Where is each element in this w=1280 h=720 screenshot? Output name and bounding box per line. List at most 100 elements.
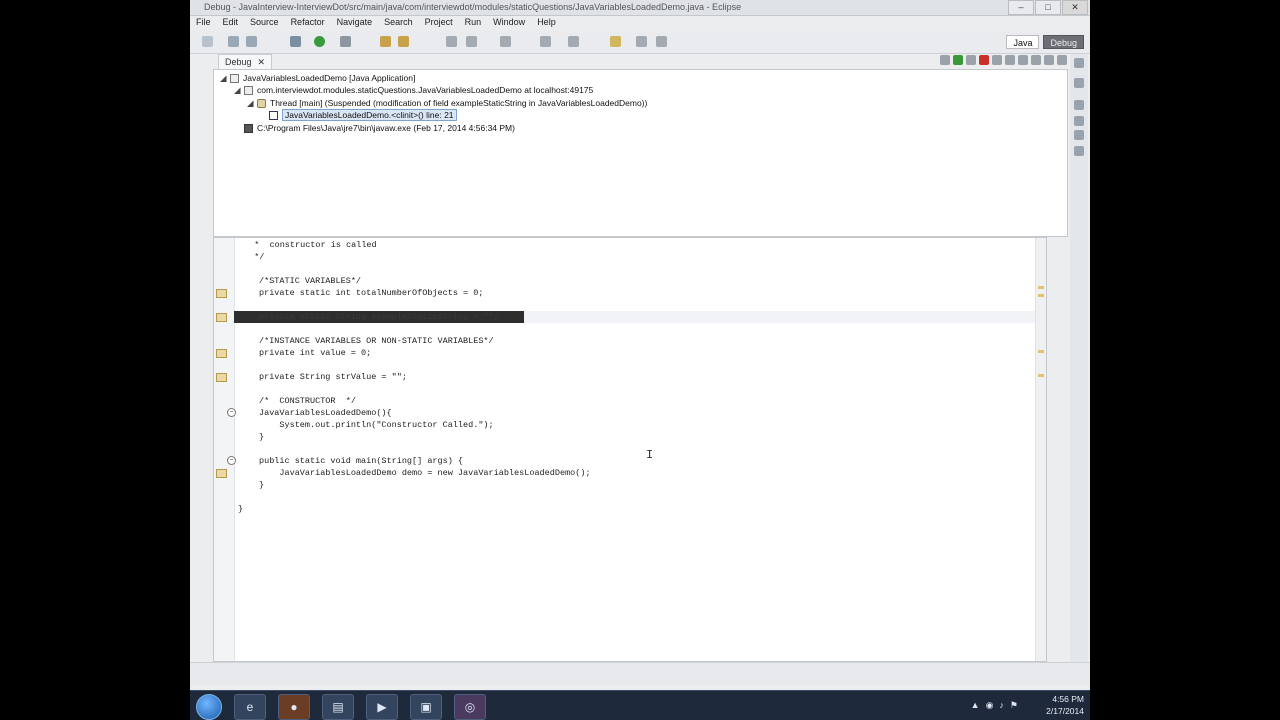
application-icon[interactable]: ▣ (410, 694, 442, 720)
code-line: } (259, 432, 265, 442)
menu-project[interactable]: Project (419, 16, 459, 29)
next-annotation-icon[interactable] (540, 36, 551, 47)
eclipse-window: Debug - JavaInterview-InterviewDot/src/m… (190, 0, 1090, 720)
warning-marker-icon[interactable] (216, 349, 227, 358)
tree-item-process[interactable]: C:\Program Files\Java\jre7\bin\javaw.exe… (244, 122, 515, 134)
window-controls: – □ ✕ (1008, 0, 1088, 15)
collapse-toggle-icon[interactable]: ◢ (220, 72, 230, 84)
text-cursor-icon: I (646, 448, 654, 462)
process-icon (244, 124, 253, 134)
menu-run[interactable]: Run (459, 16, 488, 29)
new-icon[interactable] (202, 36, 213, 47)
suspend-icon[interactable] (966, 55, 976, 65)
forward-icon[interactable] (656, 36, 667, 47)
console-view-icon[interactable] (1074, 146, 1084, 156)
tree-item-stack-frame[interactable]: JavaVariablesLoadedDemo.<clinit>() line:… (269, 109, 457, 121)
media-player-icon[interactable]: ▶ (366, 694, 398, 720)
menu-navigate[interactable]: Navigate (331, 16, 379, 29)
step-into-icon[interactable] (1005, 55, 1015, 65)
action-center-icon[interactable]: ⚑ (1010, 700, 1018, 711)
step-return-icon[interactable] (1031, 55, 1041, 65)
restore-icon[interactable] (1074, 58, 1084, 68)
fold-toggle-icon[interactable]: − (227, 408, 236, 417)
start-button[interactable] (196, 694, 222, 720)
step-over-icon[interactable] (1018, 55, 1028, 65)
overview-marker[interactable] (1038, 350, 1044, 353)
prev-annotation-icon[interactable] (568, 36, 579, 47)
fold-toggle-icon[interactable]: − (227, 456, 236, 465)
run-icon[interactable] (314, 36, 325, 47)
disconnect-icon[interactable] (992, 55, 1002, 65)
stack-frame-icon (269, 111, 278, 121)
remove-launch-icon[interactable] (940, 55, 950, 65)
menu-help[interactable]: Help (531, 16, 562, 29)
menu-search[interactable]: Search (378, 16, 419, 29)
open-type-icon[interactable] (446, 36, 457, 47)
menu-file[interactable]: File (190, 16, 217, 29)
menu-bar: File Edit Source Refactor Navigate Searc… (190, 16, 1090, 29)
overview-marker[interactable] (1038, 374, 1044, 377)
debug-view-tab[interactable]: Debug ✕ (218, 54, 273, 69)
variables-view-icon[interactable] (1074, 78, 1084, 88)
minimize-button[interactable]: – (1008, 0, 1034, 15)
perspective-debug[interactable]: Debug (1043, 35, 1084, 49)
code-line: private int value = 0; (259, 348, 372, 358)
code-line: private String strValue = ""; (259, 372, 407, 382)
terminate-icon[interactable] (979, 55, 989, 65)
volume-icon[interactable]: ♪ (999, 700, 1004, 711)
show-hidden-icons-icon[interactable]: ▲ (971, 700, 980, 711)
outline-view-icon[interactable] (1074, 130, 1084, 140)
warning-marker-icon[interactable] (216, 373, 227, 382)
debug-icon[interactable] (290, 36, 301, 47)
search-icon[interactable] (466, 36, 477, 47)
collapse-toggle-icon[interactable]: ◢ (234, 84, 244, 96)
warning-marker-icon[interactable] (216, 289, 227, 298)
last-edit-icon[interactable] (610, 36, 621, 47)
drop-to-frame-icon[interactable] (1044, 55, 1054, 65)
internet-explorer-icon[interactable]: e (234, 694, 266, 720)
perspective-java[interactable]: Java (1006, 35, 1040, 49)
toggle-mark-icon[interactable] (500, 36, 511, 47)
new-package-icon[interactable] (380, 36, 391, 47)
clock-date: 2/17/2014 (1046, 706, 1084, 716)
system-tray: ▲ ◉ ♪ ⚑ (971, 700, 1018, 711)
java-editor[interactable]: − − * constructor is called */ /*STATIC … (213, 237, 1047, 662)
explorer-folder-icon[interactable]: ▤ (322, 694, 354, 720)
external-tools-icon[interactable] (340, 36, 351, 47)
tree-item-thread[interactable]: ◢ Thread [main] (Suspended (modification … (247, 97, 647, 109)
menu-window[interactable]: Window (487, 16, 531, 29)
menu-edit[interactable]: Edit (217, 16, 245, 29)
overview-marker[interactable] (1038, 286, 1044, 289)
code-line-suspended: private static String exampleStaticStrin… (259, 312, 499, 322)
close-button[interactable]: ✕ (1062, 0, 1088, 15)
tree-item-launch[interactable]: ◢ JavaVariablesLoadedDemo [Java Applicati… (220, 72, 415, 84)
new-class-icon[interactable] (398, 36, 409, 47)
maximize-button[interactable]: □ (1035, 0, 1061, 15)
windows-taskbar: e ● ▤ ▶ ▣ ◎ ▲ ◉ ♪ ⚑ 4:56 PM 2/17/2014 (190, 690, 1090, 720)
debug-view: ◢ JavaVariablesLoadedDemo [Java Applicati… (213, 55, 1068, 237)
watchpoint-marker-icon[interactable] (216, 313, 227, 322)
code-line: /*INSTANCE VARIABLES OR NON-STATIC VARIA… (259, 336, 494, 346)
breakpoints-view-icon[interactable] (1074, 100, 1084, 110)
back-icon[interactable] (636, 36, 647, 47)
overview-ruler[interactable] (1035, 238, 1046, 661)
code-line: private static int totalNumberOfObjects … (259, 288, 484, 298)
vm-icon (244, 86, 253, 96)
network-icon[interactable]: ◉ (986, 700, 994, 711)
code-line: */ (244, 252, 265, 262)
close-icon[interactable]: ✕ (258, 57, 266, 67)
collapse-toggle-icon[interactable]: ◢ (247, 97, 257, 109)
menu-source[interactable]: Source (244, 16, 285, 29)
clock[interactable]: 4:56 PM 2/17/2014 (1046, 693, 1084, 717)
overview-marker[interactable] (1038, 294, 1044, 297)
warning-marker-icon[interactable] (216, 469, 227, 478)
resume-icon[interactable] (953, 55, 963, 65)
firefox-icon[interactable]: ● (278, 694, 310, 720)
eclipse-icon[interactable]: ◎ (454, 694, 486, 720)
view-menu-icon[interactable] (1057, 55, 1067, 65)
menu-refactor[interactable]: Refactor (285, 16, 331, 29)
save-all-icon[interactable] (246, 36, 257, 47)
save-icon[interactable] (228, 36, 239, 47)
expressions-view-icon[interactable] (1074, 116, 1084, 126)
tree-item-vm[interactable]: ◢ com.interviewdot.modules.staticQuestion… (234, 84, 593, 96)
